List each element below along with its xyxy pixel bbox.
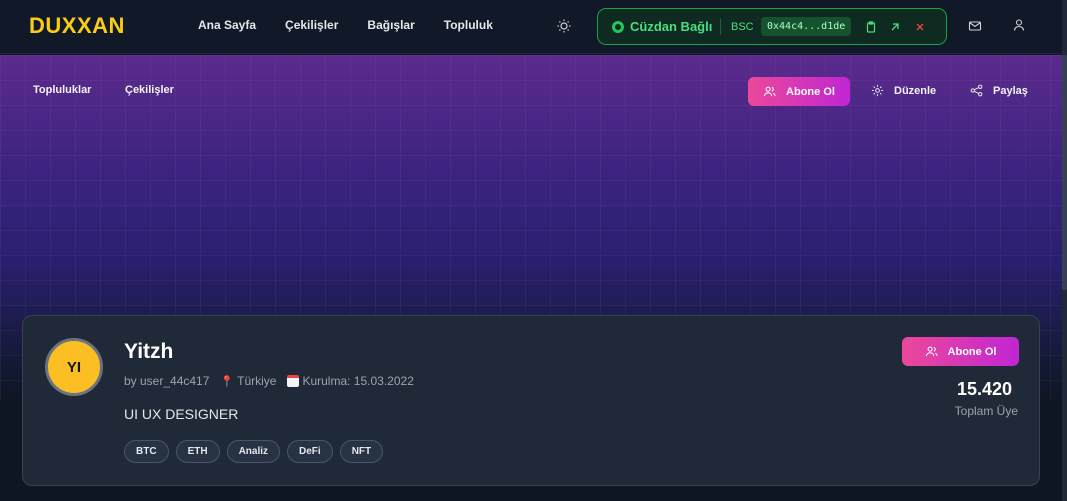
tag-eth[interactable]: ETH <box>175 440 220 463</box>
tab-raffles[interactable]: Çekilişler <box>125 84 174 96</box>
tag-defi[interactable]: DeFi <box>287 440 333 463</box>
community-meta: by user_44c417 📍 Türkiye Kurulma: 15.03.… <box>124 374 414 388</box>
theme-toggle-icon[interactable] <box>556 18 572 34</box>
banner-subscribe-label: Abone Ol <box>786 85 835 98</box>
share-button[interactable]: Paylaş <box>970 84 1028 97</box>
community-profile-card: YI Yitzh by user_44c417 📍 Türkiye Kurulm… <box>22 315 1040 486</box>
scrollbar-thumb[interactable] <box>1062 55 1067 290</box>
calendar-icon <box>287 375 300 387</box>
user-icon[interactable] <box>1012 18 1026 32</box>
avatar: YI <box>45 338 103 396</box>
edit-label: Düzenle <box>894 84 937 97</box>
external-link-icon[interactable] <box>888 20 902 34</box>
edit-button[interactable]: Düzenle <box>871 84 936 97</box>
tab-communities[interactable]: Topluluklar <box>33 84 91 96</box>
wallet-address: 0x44c4...d1de <box>761 17 852 36</box>
location-label: Türkiye <box>237 374 277 388</box>
community-bio: UI UX DESIGNER <box>124 406 239 422</box>
tag-nft[interactable]: NFT <box>339 440 384 463</box>
wallet-connected-icon <box>612 21 624 33</box>
nav-raffles[interactable]: Çekilişler <box>285 18 338 32</box>
wallet-chain: BSC <box>731 21 754 33</box>
share-label: Paylaş <box>993 84 1028 97</box>
card-subscribe-label: Abone Ol <box>947 345 997 358</box>
founded-label: Kurulma: 15.03.2022 <box>302 374 414 388</box>
nav-home[interactable]: Ana Sayfa <box>198 18 256 32</box>
founded-date: Kurulma: 15.03.2022 <box>287 374 414 388</box>
tag-btc[interactable]: BTC <box>124 440 169 463</box>
wallet-status[interactable]: Cüzdan Bağlı BSC 0x44c4...d1de <box>597 8 947 45</box>
users-icon <box>763 86 776 97</box>
tag-analiz[interactable]: Analiz <box>226 440 281 463</box>
member-count: 15.420 <box>956 379 1012 399</box>
mail-icon[interactable] <box>968 19 982 33</box>
nav-community[interactable]: Topluluk <box>444 18 493 32</box>
banner-subscribe-button[interactable]: Abone Ol <box>748 77 850 106</box>
top-navbar: DUXXAN Ana Sayfa Çekilişler Bağışlar Top… <box>0 0 1062 54</box>
disconnect-icon[interactable] <box>913 20 927 34</box>
nav-donations[interactable]: Bağışlar <box>367 18 414 32</box>
member-count-label: Toplam Üye <box>954 404 1018 418</box>
tag-list: BTC ETH Analiz DeFi NFT <box>124 440 384 463</box>
wallet-status-label: Cüzdan Bağlı <box>630 19 713 34</box>
community-author[interactable]: by user_44c417 <box>124 374 209 388</box>
main-nav: Ana Sayfa Çekilişler Bağışlar Topluluk <box>198 18 493 32</box>
community-name: Yitzh <box>124 340 174 363</box>
copy-address-icon[interactable] <box>864 20 878 34</box>
wallet-divider <box>720 19 721 35</box>
users-icon <box>925 346 938 357</box>
location-pin-icon: 📍 <box>220 375 235 388</box>
site-logo[interactable]: DUXXAN <box>29 13 125 39</box>
gear-icon <box>871 84 884 97</box>
location: 📍 Türkiye <box>220 374 276 388</box>
share-icon <box>970 84 983 97</box>
card-subscribe-button[interactable]: Abone Ol <box>902 337 1019 366</box>
page-scrollbar[interactable] <box>1062 0 1067 501</box>
